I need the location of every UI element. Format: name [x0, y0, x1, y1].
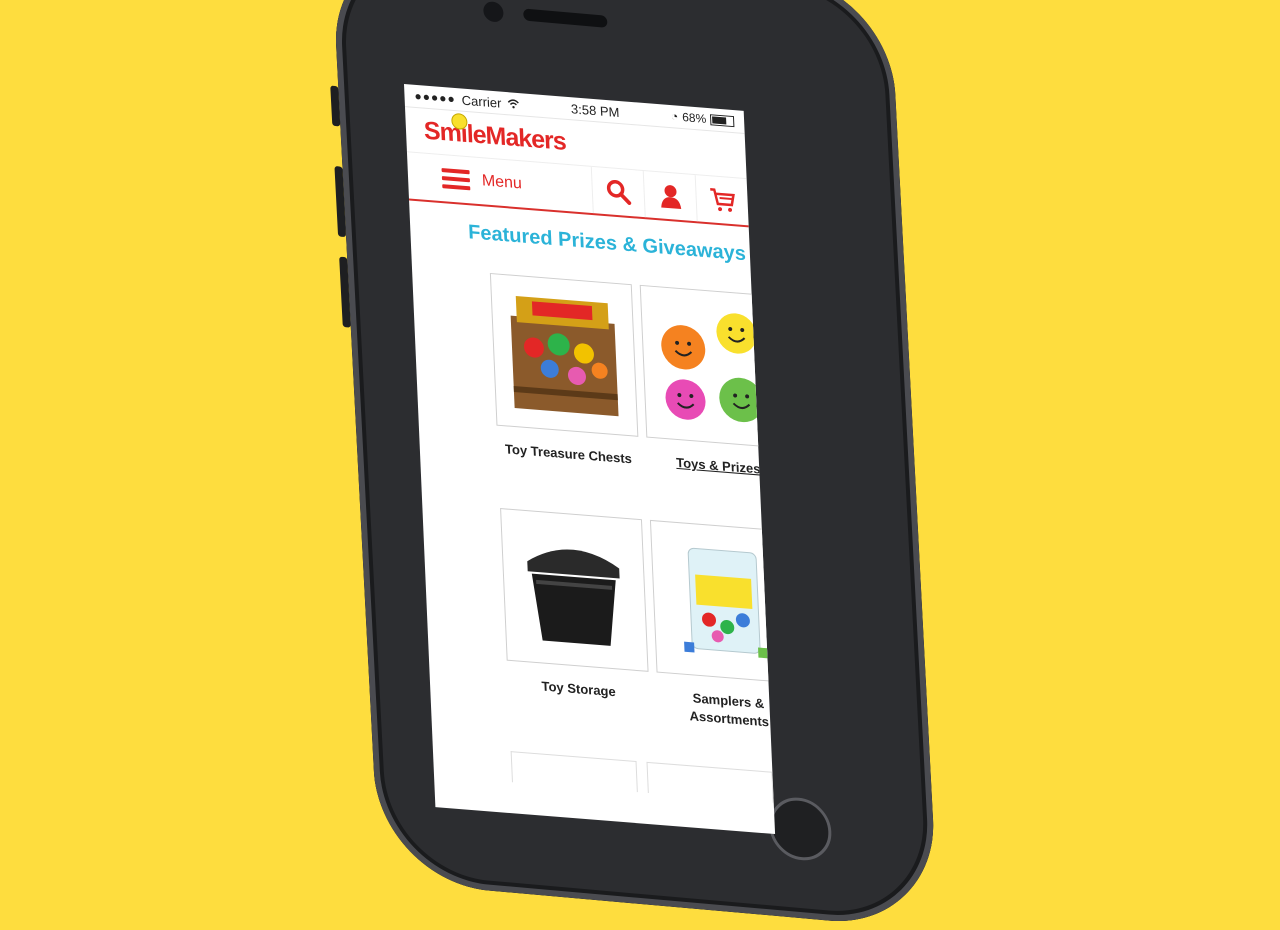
samplers-picture	[684, 547, 769, 659]
site-logo[interactable]: SmileMakers	[423, 112, 567, 156]
mockup-stage: ●●●●● Carrier 3:58 PM ◔ 68% SmileMakers	[0, 0, 1280, 930]
category-tile[interactable]: Toy Storage	[500, 507, 651, 722]
search-button[interactable]	[590, 166, 645, 218]
toy-storage-picture	[527, 549, 620, 646]
treasure-chest-image[interactable]	[489, 272, 639, 437]
hamburger-icon	[441, 164, 471, 194]
logo-text: SmileMakers	[423, 116, 567, 156]
tile-label[interactable]: Toys & Prizes	[653, 452, 775, 480]
mute-switch	[330, 85, 341, 127]
category-tile[interactable]: Samplers & Assortments	[649, 519, 776, 734]
menu-label: Menu	[481, 172, 523, 193]
account-button[interactable]	[642, 170, 697, 222]
sampler-tub-image[interactable]	[649, 519, 776, 684]
volume-up-button	[334, 166, 347, 238]
product-grid: Toy Treasure Chests Toys & Prizes Toy St…	[411, 253, 776, 732]
home-button[interactable]	[767, 795, 833, 863]
category-tile[interactable]: Toy Treasure Chests	[489, 272, 640, 469]
wifi-icon	[507, 99, 519, 109]
partial-tile	[646, 761, 774, 803]
front-camera	[482, 0, 504, 23]
toy-storage-image[interactable]	[500, 507, 649, 672]
account-icon	[660, 185, 681, 209]
cart-button[interactable]	[694, 175, 749, 226]
battery-percent: 68%	[681, 109, 707, 126]
tile-label[interactable]: Toy Treasure Chests	[503, 440, 634, 468]
earpiece-speaker	[523, 8, 608, 28]
battery-icon	[709, 113, 735, 127]
rotation-lock-icon: ◔	[670, 109, 679, 124]
phone-screen: ●●●●● Carrier 3:58 PM ◔ 68% SmileMakers	[404, 84, 776, 835]
toy-treasure-chest-picture	[510, 296, 619, 417]
smiley-logo-icon	[451, 112, 468, 130]
partial-tile	[510, 751, 638, 793]
search-icon	[606, 179, 631, 205]
cart-icon	[709, 188, 735, 212]
tile-label[interactable]: Toy Storage	[513, 675, 644, 703]
status-time: 3:58 PM	[570, 100, 620, 120]
volume-down-button	[339, 256, 351, 328]
signal-dots-icon: ●●●●●	[414, 88, 456, 107]
carrier-label: Carrier	[461, 92, 502, 111]
